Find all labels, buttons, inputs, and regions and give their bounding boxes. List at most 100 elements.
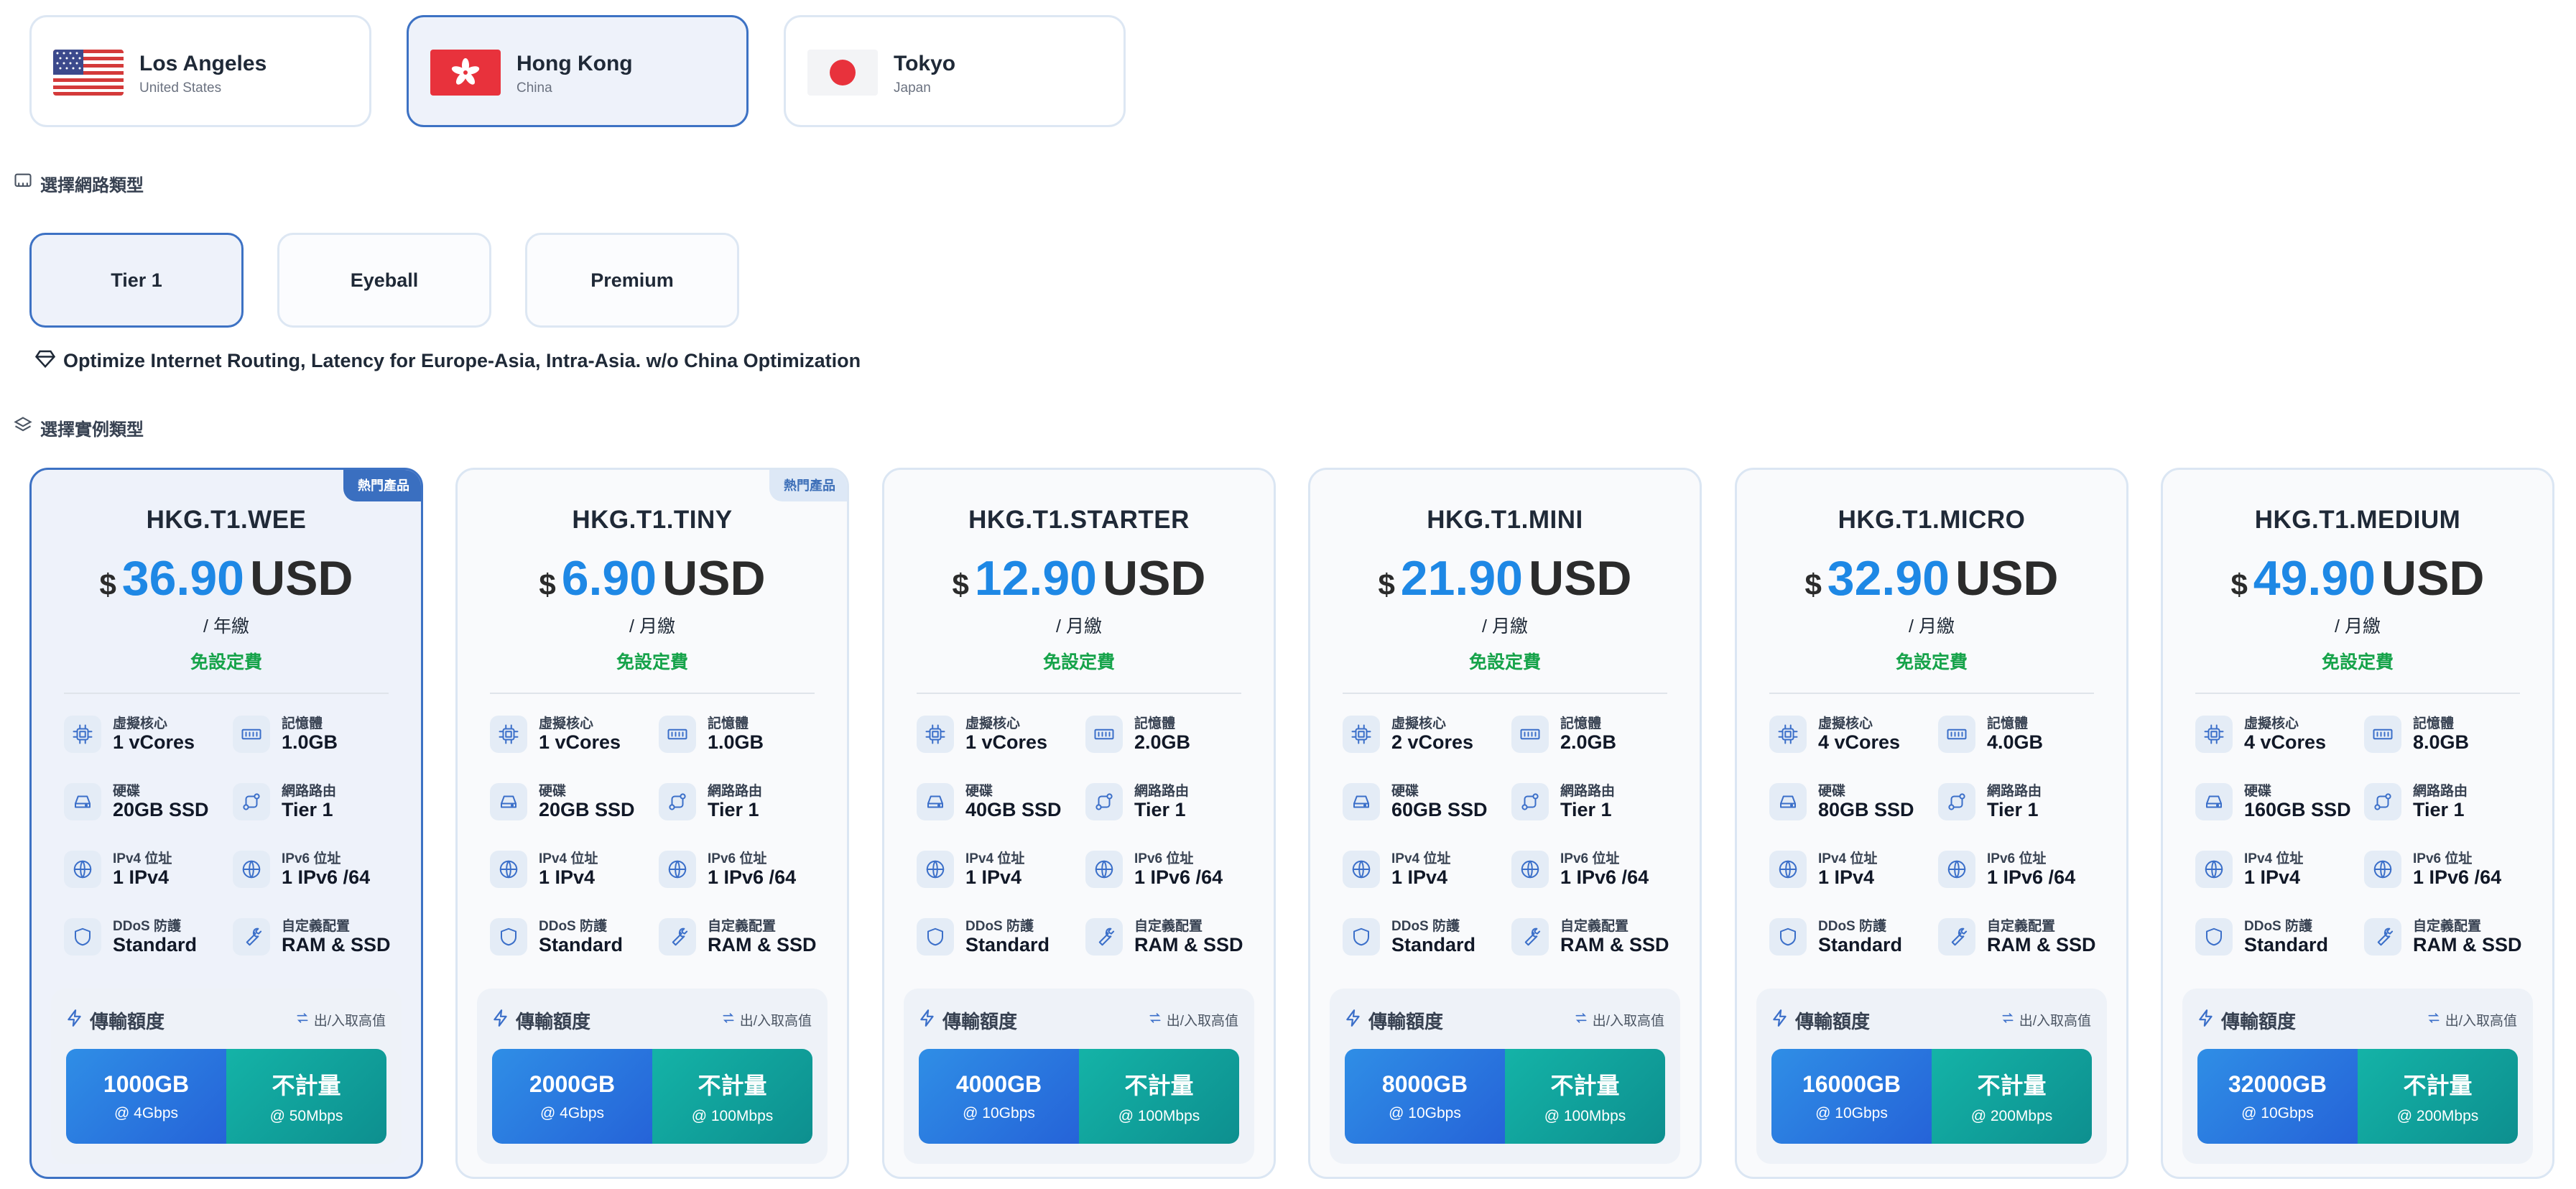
spec-ipv6: IPv6 位址 1 IPv6 /64 [1511,848,1669,891]
price: $ 6.90 USD [458,550,847,606]
bandwidth-amount: 16000GB [1802,1070,1901,1097]
spec-label: 網路路由 [1134,784,1190,799]
spec-value: 80GB SSD [1818,799,1914,820]
unmetered-speed: @ 100Mbps [1544,1108,1626,1124]
spec-ipv4: IPv4 位址 1 IPv4 [64,848,222,891]
spec-value: 60GB SSD [1391,799,1488,820]
currency-symbol: $ [1378,568,1395,601]
plan-card[interactable]: 熱門產品 HKG.T1.WEE $ 36.90 USD / 年繳 免設定費 虛擬核… [29,468,423,1179]
spec-label: 記憶體 [1134,716,1176,731]
traffic-panel: 傳輸額度 出/入取高值 1000GB @ 4Gbps 不計量 @ 50Mbps [51,989,402,1164]
hk-flag-icon [430,50,501,96]
plan-card[interactable]: HKG.T1.STARTER $ 12.90 USD / 月繳 免設定費 虛擬核… [882,468,1276,1179]
shield-icon [1343,918,1380,956]
unmetered-speed: @ 200Mbps [2396,1108,2479,1124]
lightning-icon [65,1009,84,1032]
spec-value: 1 IPv4 [2244,866,2301,888]
traffic-note-text: 出/入取高值 [313,1014,386,1029]
spec-ddos: DDoS 防護 Standard [64,915,222,958]
traffic-panel: 傳輸額度 出/入取高值 32000GB @ 10Gbps 不計量 @ 200Mb… [2182,989,2533,1164]
spec-label: IPv4 位址 [113,851,172,866]
spec-value: 1 vCores [113,731,195,753]
setup-fee-note: 免設定費 [190,652,262,672]
spec-value: 160GB SSD [2244,799,2351,820]
spec-label: IPv4 位址 [539,851,598,866]
spec-value: RAM & SSD [1560,934,1669,956]
spec-value: 20GB SSD [539,799,635,820]
bandwidth-speed: @ 4Gbps [539,1104,605,1121]
us-flag-icon [53,50,124,96]
plan-card[interactable]: HKG.T1.MEDIUM $ 49.90 USD / 月繳 免設定費 虛擬核心… [2161,468,2554,1179]
spec-label: 硬碟 [2244,784,2272,799]
plan-card[interactable]: HKG.T1.MICRO $ 32.90 USD / 月繳 免設定費 虛擬核心 … [1735,468,2128,1179]
spec-cpu: 虛擬核心 1 vCores [64,713,222,756]
location-name: Hong Kong [516,52,633,75]
location-card-hong-kong[interactable]: Hong Kong China [407,15,749,127]
spec-ipv6: IPv6 位址 1 IPv6 /64 [659,848,817,891]
plan-card[interactable]: HKG.T1.MINI $ 21.90 USD / 月繳 免設定費 虛擬核心 2… [1308,468,1702,1179]
spec-cpu: 虛擬核心 1 vCores [490,713,648,756]
spec-value: Standard [1818,934,1903,956]
disk-icon [1343,783,1380,820]
spec-ipv4: IPv4 位址 1 IPv4 [490,848,648,891]
spec-route: 網路路由 Tier 1 [1085,780,1243,823]
spec-value: RAM & SSD [708,934,817,956]
traffic-title-text: 傳輸額度 [2221,1011,2297,1032]
spec-label: 網路路由 [282,784,337,799]
spec-value: 4 vCores [1818,731,1901,753]
bandwidth-unmetered: 不計量 @ 100Mbps [1079,1049,1239,1144]
spec-ddos: DDoS 防護 Standard [917,915,1075,958]
price-unit: USD [2381,551,2485,606]
layers-icon [13,415,33,440]
network-type-eyeball[interactable]: Eyeball [277,233,491,328]
spec-label: 硬碟 [1391,784,1419,799]
location-card-tokyo[interactable]: Tokyo Japan [784,15,1126,127]
disk-icon [2195,783,2233,820]
spec-ipv4: IPv4 位址 1 IPv4 [1343,848,1501,891]
spec-label: DDoS 防護 [113,919,182,934]
unmetered-label: 不計量 [1977,1073,2047,1098]
plan-name: HKG.T1.TINY [572,506,733,534]
spec-label: 虛擬核心 [2244,716,2299,731]
spec-custom: 自定義配置 RAM & SSD [659,915,817,958]
spec-value: Standard [1391,934,1476,956]
traffic-note-text: 出/入取高值 [2445,1014,2517,1029]
plan-card[interactable]: 熱門產品 HKG.T1.TINY $ 6.90 USD / 月繳 免設定費 虛擬核… [455,468,849,1179]
location-card-los-angeles[interactable]: Los Angeles United States [29,15,371,127]
spec-ram: 記憶體 8.0GB [2364,713,2522,756]
billing-period: / 月繳 [629,616,675,637]
billing-period: / 年繳 [203,616,249,637]
unmetered-label: 不計量 [272,1073,341,1098]
bandwidth-options: 16000GB @ 10Gbps 不計量 @ 200Mbps [1771,1049,2092,1144]
traffic-note: 出/入取高值 [721,1010,812,1030]
spec-ddos: DDoS 防護 Standard [1769,915,1927,958]
spec-value: 1 IPv6 /64 [282,866,371,888]
globe-icon [490,851,527,888]
network-type-premium[interactable]: Premium [525,233,739,328]
memory-icon [1085,716,1123,753]
spec-cpu: 虛擬核心 1 vCores [917,713,1075,756]
spec-disk: 硬碟 80GB SSD [1769,780,1927,823]
cpu-icon [64,716,101,753]
unmetered-label: 不計量 [1124,1073,1194,1098]
price: $ 32.90 USD [1737,550,2126,606]
network-type-tier-1[interactable]: Tier 1 [29,233,244,328]
spec-route: 網路路由 Tier 1 [659,780,817,823]
lightning-icon [491,1009,510,1032]
spec-label: 虛擬核心 [1818,716,1873,731]
divider [1769,693,2094,694]
bandwidth-unmetered: 不計量 @ 200Mbps [1932,1049,2092,1144]
spec-value: 1 IPv4 [113,866,170,888]
bandwidth-speed: @ 10Gbps [2241,1104,2314,1121]
divider [917,693,1241,694]
price: $ 36.90 USD [32,550,421,606]
spec-label: 虛擬核心 [1391,716,1447,731]
spec-label: DDoS 防護 [2244,919,2313,934]
spec-cpu: 虛擬核心 4 vCores [2195,713,2353,756]
wrench-icon [1938,918,1975,956]
spec-value: 4 vCores [2244,731,2327,753]
bandwidth-speed: @ 10Gbps [1815,1104,1888,1121]
spec-label: 網路路由 [708,784,763,799]
wrench-icon [233,918,270,956]
spec-label: 虛擬核心 [113,716,168,731]
